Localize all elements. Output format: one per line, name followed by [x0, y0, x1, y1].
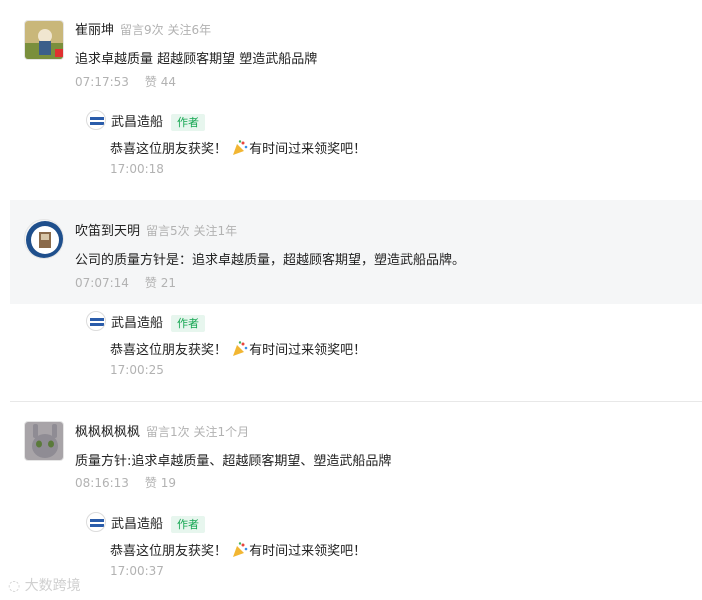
reply-author-name: 武昌造船 — [111, 316, 164, 331]
like-count[interactable]: 赞 21 — [145, 276, 176, 290]
author-name[interactable]: 枫枫枫枫枫 — [75, 425, 140, 440]
comment-author: 崔丽坤 留言9次 关注6年 — [75, 19, 211, 38]
reply-author-name: 武昌造船 — [111, 517, 164, 532]
user-avatar[interactable] — [24, 421, 64, 461]
reply-time: 17:00:37 — [110, 564, 164, 578]
comment-author: 枫枫枫枫枫 留言1次 关注1个月 — [75, 421, 249, 440]
reply-time: 17:00:18 — [110, 162, 164, 176]
reply-author: 武昌造船 作者 — [111, 312, 206, 332]
author-meta: 留言9次 关注6年 — [120, 23, 212, 37]
comment-time: 07:07:14 — [75, 276, 129, 290]
like-count[interactable]: 赞 44 — [145, 75, 176, 89]
comment-author: 吹笛到天明 留言5次 关注1年 — [75, 220, 237, 239]
user-avatar[interactable] — [24, 20, 64, 60]
comment-text: 质量方针:追求卓越质量、超越顾客期望、塑造武船品牌 — [75, 454, 392, 469]
reply-author: 武昌造船 作者 — [111, 513, 206, 533]
comment-text: 追求卓越质量 超越顾客期望 塑造武船品牌 — [75, 52, 318, 67]
party-popper-icon — [231, 139, 249, 157]
author-reply-avatar — [86, 311, 106, 331]
author-name[interactable]: 崔丽坤 — [75, 23, 114, 38]
reply-text: 恭喜这位朋友获奖！ 有时间过来领奖吧！ — [110, 540, 366, 559]
comment-text: 公司的质量方针是：追求卓越质量，超越顾客期望，塑造武船品牌。 — [75, 253, 466, 268]
reply-time: 17:00:25 — [110, 363, 164, 377]
watermark-logo-icon: ◌ — [8, 578, 21, 594]
reply-author-name: 武昌造船 — [111, 115, 164, 130]
divider — [10, 401, 702, 402]
party-popper-icon — [231, 340, 249, 358]
author-meta: 留言1次 关注1个月 — [146, 425, 250, 439]
reply-text: 恭喜这位朋友获奖！ 有时间过来领奖吧！ — [110, 339, 366, 358]
author-name[interactable]: 吹笛到天明 — [75, 224, 140, 239]
reply-author: 武昌造船 作者 — [111, 111, 206, 131]
watermark-text: 大数跨境 — [24, 578, 81, 594]
comment-time-row: 07:07:14 赞 21 — [75, 274, 176, 291]
author-meta: 留言5次 关注1年 — [146, 224, 238, 238]
watermark: ◌ 大数跨境 — [8, 575, 81, 595]
comment-time: 08:16:13 — [75, 476, 129, 490]
reply-text: 恭喜这位朋友获奖！ 有时间过来领奖吧！ — [110, 138, 366, 157]
party-popper-icon — [231, 541, 249, 559]
comment-time-row: 07:17:53 赞 44 — [75, 73, 176, 90]
comment-time: 07:17:53 — [75, 75, 129, 89]
author-reply-avatar — [86, 110, 106, 130]
author-reply-avatar — [86, 512, 106, 532]
author-badge: 作者 — [171, 114, 206, 131]
comment-time-row: 08:16:13 赞 19 — [75, 474, 176, 491]
author-badge: 作者 — [171, 516, 206, 533]
user-avatar[interactable] — [24, 219, 64, 259]
author-badge: 作者 — [171, 315, 206, 332]
like-count[interactable]: 赞 19 — [145, 476, 176, 490]
